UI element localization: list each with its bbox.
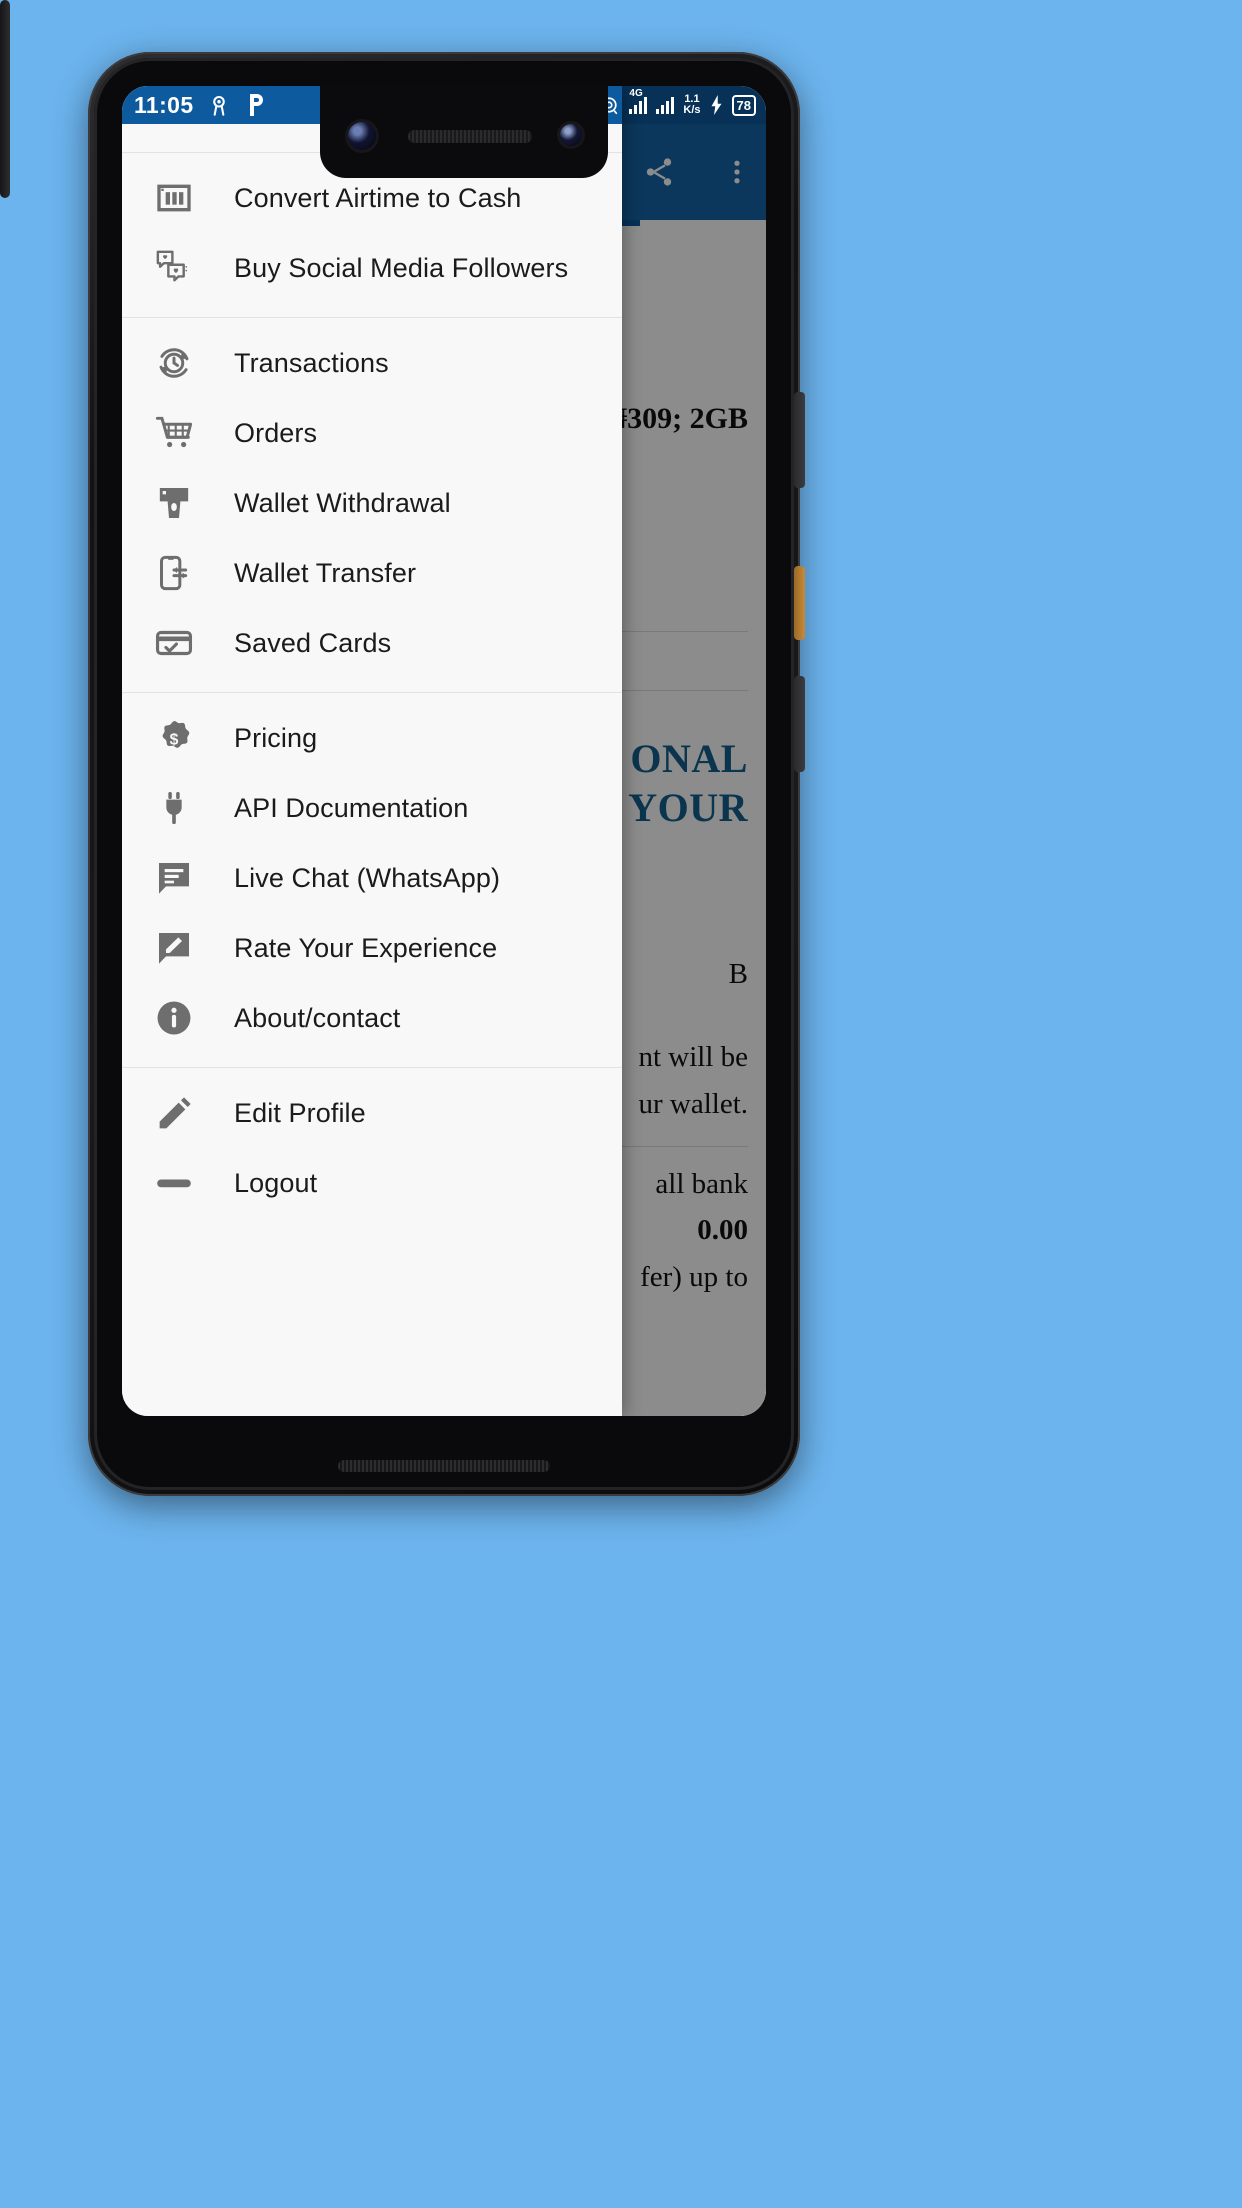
history-clock-icon — [148, 337, 200, 389]
network-speed-unit: K/s — [683, 104, 701, 116]
charging-bolt-icon — [710, 95, 723, 115]
pencil-icon — [148, 1087, 200, 1139]
saved-card-icon — [148, 617, 200, 669]
drawer-group-account: Edit Profile Logout — [122, 1067, 622, 1218]
drawer-group-wallet: Transactions Orders Wallet Withdrawal Wa… — [122, 317, 622, 678]
chat-edit-icon — [148, 922, 200, 974]
left-side-button[interactable] — [0, 0, 10, 198]
drawer-item-label: Wallet Withdrawal — [234, 487, 451, 518]
drawer-item-label: Rate Your Experience — [234, 932, 498, 963]
display-notch — [320, 86, 608, 178]
status-clock: 11:05 — [134, 91, 194, 118]
chat-lines-icon — [148, 852, 200, 904]
social-chat-heart-icon — [148, 242, 200, 294]
drawer-item-label: API Documentation — [234, 792, 469, 823]
drawer-item-label: Logout — [234, 1167, 318, 1198]
drawer-item-wallet-withdrawal[interactable]: Wallet Withdrawal — [122, 468, 622, 538]
atm-withdraw-icon — [148, 477, 200, 529]
airtime-card-icon — [148, 172, 200, 224]
location-icon — [206, 92, 232, 118]
drawer-item-pricing[interactable]: $ Pricing — [122, 703, 622, 773]
battery-icon: 78 — [731, 94, 756, 116]
drawer-item-label: About/contact — [234, 1002, 401, 1033]
drawer-item-transactions[interactable]: Transactions — [122, 328, 622, 398]
drawer-item-label: Saved Cards — [234, 627, 392, 658]
drawer-item-label: Transactions — [234, 347, 389, 378]
drawer-item-label: Edit Profile — [234, 1097, 366, 1128]
drawer-item-live-chat[interactable]: Live Chat (WhatsApp) — [122, 843, 622, 913]
drawer-item-about-contact[interactable]: About/contact — [122, 983, 622, 1053]
group-divider — [122, 1067, 622, 1068]
drawer-item-saved-cards[interactable]: Saved Cards — [122, 608, 622, 678]
logout-icon — [148, 1157, 200, 1209]
drawer-item-label: Pricing — [234, 722, 318, 753]
earpiece-speaker — [408, 130, 532, 143]
bottom-speaker — [338, 1460, 550, 1472]
navigation-drawer: 11:05 Convert Airtime to Cash Buy Social… — [122, 86, 622, 1416]
dollar-badge-icon: $ — [148, 712, 200, 764]
secondary-camera-icon — [560, 124, 582, 146]
plug-icon — [148, 782, 200, 834]
drawer-menu-list[interactable]: Convert Airtime to Cash Buy Social Media… — [122, 124, 622, 1416]
phone-transfer-icon — [148, 547, 200, 599]
drawer-item-label: Convert Airtime to Cash — [234, 182, 522, 213]
drawer-group-support: $ Pricing API Documentation Live Chat (W… — [122, 692, 622, 1053]
drawer-item-edit-profile[interactable]: Edit Profile — [122, 1078, 622, 1148]
drawer-item-label: Buy Social Media Followers — [234, 252, 569, 283]
signal-4g-icon: 4G — [629, 88, 648, 114]
drawer-item-buy-followers[interactable]: Buy Social Media Followers — [122, 233, 622, 303]
drawer-item-api-docs[interactable]: API Documentation — [122, 773, 622, 843]
p-app-icon — [244, 92, 268, 118]
signal-bars-icon — [656, 96, 675, 114]
shopping-cart-icon — [148, 407, 200, 459]
network-speed-indicator: 1.1 K/s — [683, 94, 700, 116]
drawer-item-wallet-transfer[interactable]: Wallet Transfer — [122, 538, 622, 608]
power-button[interactable] — [794, 392, 805, 488]
volume-down-button[interactable] — [794, 676, 805, 772]
volume-button[interactable] — [794, 566, 805, 640]
drawer-item-rate-experience[interactable]: Rate Your Experience — [122, 913, 622, 983]
svg-text:$: $ — [170, 731, 179, 748]
drawer-item-label: Wallet Transfer — [234, 557, 417, 588]
info-circle-icon — [148, 992, 200, 1044]
drawer-item-logout[interactable]: Logout — [122, 1148, 622, 1218]
screenshot-stage: ₦309; 2GB ONAL YOUR B nt will be ur wall… — [0, 0, 1242, 2208]
drawer-item-label: Orders — [234, 417, 318, 448]
group-divider — [122, 692, 622, 693]
drawer-item-label: Live Chat (WhatsApp) — [234, 862, 501, 893]
front-camera-icon — [348, 122, 376, 150]
drawer-item-orders[interactable]: Orders — [122, 398, 622, 468]
phone-screen: ₦309; 2GB ONAL YOUR B nt will be ur wall… — [122, 86, 766, 1416]
group-divider — [122, 317, 622, 318]
